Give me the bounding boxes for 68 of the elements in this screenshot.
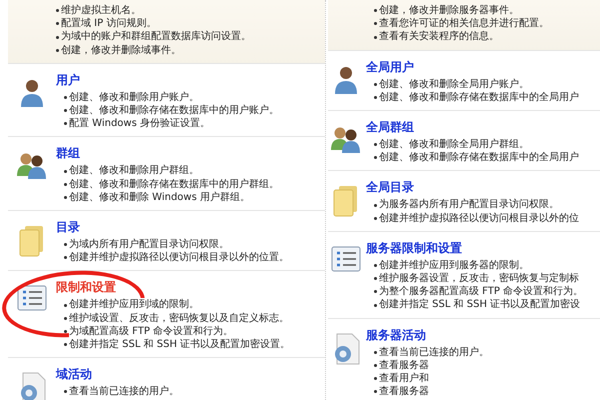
bullet-icon [374, 82, 377, 86]
bullet-icon [374, 9, 377, 12]
checklist-icon [331, 246, 361, 272]
gear-document-icon [18, 372, 46, 400]
bullet-icon [64, 122, 67, 126]
bullet-icon [374, 143, 377, 146]
bullet-icon [64, 182, 67, 186]
bullet-icon [64, 390, 67, 394]
bullet-icon [374, 290, 377, 294]
gear-document-icon [332, 332, 360, 365]
bullet-text: 创建、修改和删除存储在数据库中的全局用户 [379, 151, 579, 164]
bullet-icon [374, 36, 377, 38]
bullet-icon [374, 204, 377, 207]
bullet-text: 查看用户和 [379, 372, 429, 386]
checklist-icon [17, 285, 47, 312]
bullet-icon [374, 216, 377, 220]
bullet-text: 创建，修改并删除服务器事件。 [379, 4, 519, 18]
section-link[interactable]: 服务器活动 [366, 326, 426, 344]
bullet-icon [64, 304, 67, 307]
section-link[interactable]: 限制和设置 [56, 279, 116, 296]
bullet-text: 配置域 IP 访问规则。 [61, 17, 156, 30]
bullet-icon [374, 264, 377, 267]
bullet-icon [64, 170, 67, 173]
section-link[interactable]: 全局群组 [366, 119, 414, 136]
section-link[interactable]: 全局目录 [366, 179, 414, 196]
bullet-icon [374, 390, 377, 394]
user-group-icon [17, 151, 47, 180]
bullet-text: 为域中的账户和群组配置数据库访问设置。 [61, 30, 251, 44]
folder-icon [19, 225, 45, 258]
bullet-icon [374, 156, 377, 160]
bullet-icon [56, 48, 59, 52]
bullet-icon [374, 377, 377, 380]
section-link[interactable]: 群组 [56, 145, 80, 162]
bullet-icon [64, 343, 67, 346]
folder-icon [333, 185, 359, 218]
user-group-icon [331, 125, 361, 154]
bullet-icon [64, 330, 67, 333]
bullet-icon [374, 304, 377, 307]
bullet-icon [64, 109, 67, 112]
bullet-text: 维护虚拟主机名。 [61, 4, 141, 18]
section-link[interactable]: 全局用户 [366, 58, 414, 76]
bullet-text: 维护服务器设置，反攻击，密码恢复与定制标 [379, 272, 579, 286]
bullet-text: 创建并维护虚拟路径以便访问根目录以外的位 [379, 212, 579, 225]
bullet-icon [56, 36, 59, 38]
section-link[interactable]: 域活动 [56, 366, 92, 384]
bullet-icon [64, 96, 67, 99]
bullet-text: 创建、修改和删除存储在数据库中的全局用户 [379, 90, 579, 104]
bullet-icon [64, 256, 67, 260]
section-link[interactable]: 服务器限制和设置 [366, 240, 462, 257]
bullet-text: 创建，修改并删除域事件。 [61, 44, 181, 57]
bullet-text: 查看服务器 [379, 358, 429, 372]
bullet-text: 查看服务器 [379, 385, 429, 398]
bullet-text: 查看您许可证的相关信息并进行配置。 [379, 17, 549, 30]
section-link[interactable]: 目录 [56, 219, 80, 236]
bullet-icon [374, 350, 377, 354]
bullet-icon [374, 277, 377, 280]
bullet-icon [64, 243, 67, 246]
section-link[interactable]: 用户 [56, 72, 80, 89]
bullet-text: 查看有关安装程序的信息。 [379, 30, 499, 44]
bullet-icon [64, 196, 67, 199]
bullet-icon [64, 316, 67, 320]
bullet-icon [56, 9, 59, 12]
user-icon [333, 64, 359, 95]
bullet-icon [56, 22, 59, 26]
bullet-icon [374, 364, 377, 367]
bullet-icon [374, 96, 377, 99]
bullet-icon [374, 22, 377, 26]
user-icon [19, 78, 45, 108]
